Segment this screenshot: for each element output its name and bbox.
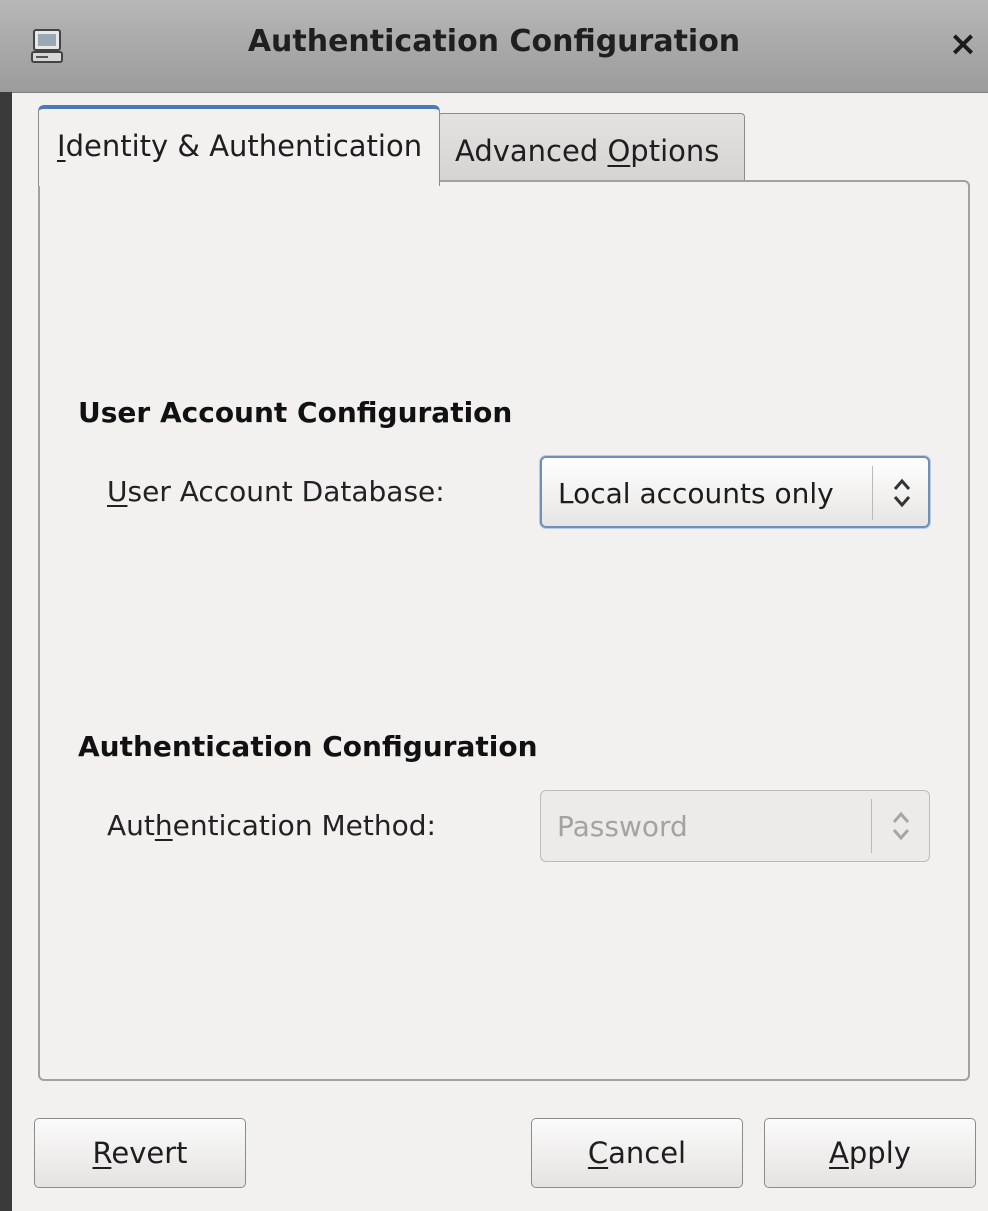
tab-label: Advanced Options — [455, 134, 720, 168]
cancel-button[interactable]: Cancel — [531, 1118, 743, 1188]
window-title: Authentication Configuration — [247, 24, 741, 59]
user-account-database-label: User Account Database: — [107, 475, 445, 508]
tab-label: Identity & Authentication — [57, 129, 423, 163]
close-icon[interactable]: × — [943, 24, 983, 64]
authentication-method-select[interactable]: Password — [540, 790, 930, 862]
tab-advanced-options[interactable]: Advanced Options — [438, 113, 745, 185]
title-bar[interactable]: Authentication Configuration × — [0, 0, 988, 93]
updown-arrows-icon — [892, 811, 910, 841]
user-account-section-title: User Account Configuration — [78, 396, 513, 429]
tab-identity-authentication[interactable]: Identity & Authentication — [38, 105, 440, 186]
window-frame-left — [0, 92, 12, 1211]
tab-panel — [38, 180, 970, 1081]
revert-button[interactable]: Revert — [34, 1118, 246, 1188]
select-separator — [871, 799, 872, 853]
updown-arrows-icon — [893, 478, 911, 508]
select-value: Local accounts only — [558, 477, 834, 510]
apply-button[interactable]: Apply — [764, 1118, 976, 1188]
user-account-database-select[interactable]: Local accounts only — [540, 456, 930, 528]
select-separator — [872, 466, 873, 520]
select-value: Password — [557, 810, 688, 843]
authentication-section-title: Authentication Configuration — [78, 730, 538, 763]
authentication-method-label: Authentication Method: — [107, 809, 436, 842]
